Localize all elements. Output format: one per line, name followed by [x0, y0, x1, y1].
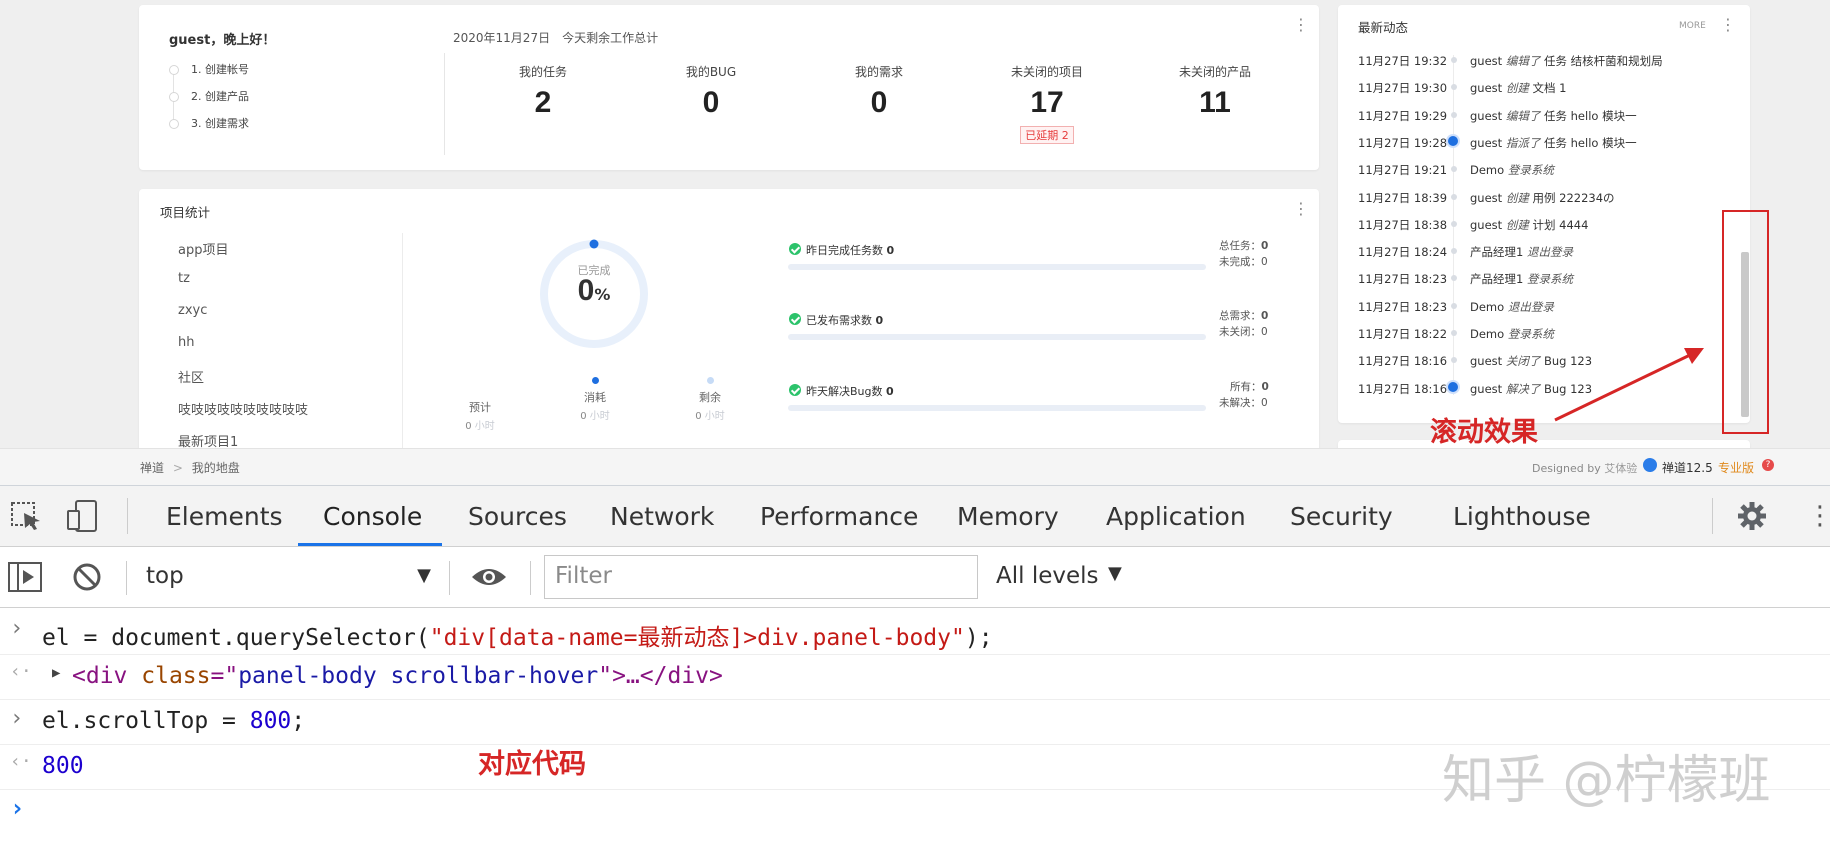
tab-memory[interactable]: Memory	[957, 502, 1059, 531]
tab-elements[interactable]: Elements	[166, 502, 283, 531]
input-prompt-icon: ›	[10, 616, 24, 641]
active-prompt-icon: ›	[10, 794, 25, 822]
console-input-line: › el = document.querySelector("div[data-…	[0, 610, 1830, 655]
code-annotation: 对应代码	[478, 749, 586, 780]
zentao-logo-icon	[1643, 458, 1657, 472]
clear-console-icon[interactable]	[72, 562, 102, 592]
designer-link[interactable]: 艾体验	[1604, 462, 1637, 475]
tab-console[interactable]: Console	[323, 502, 422, 531]
designed-by: Designed by	[1532, 462, 1601, 475]
settings-gear-icon[interactable]	[1737, 501, 1767, 531]
device-toolbar-icon[interactable]	[66, 499, 102, 533]
tab-security[interactable]: Security	[1290, 502, 1393, 531]
tab-sources[interactable]: Sources	[468, 502, 567, 531]
more-options-icon[interactable]: ⋮	[1807, 498, 1830, 534]
show-sidebar-icon[interactable]	[8, 562, 42, 592]
breadcrumb-current: 我的地盘	[191, 461, 240, 475]
log-levels-dropdown[interactable]: All levels ▼	[996, 561, 1136, 595]
tab-performance[interactable]: Performance	[760, 502, 918, 531]
result-arrow-icon: ‹·	[10, 661, 32, 682]
filter-input[interactable]: Filter	[544, 555, 978, 599]
inspect-element-icon[interactable]	[10, 501, 42, 531]
tab-network[interactable]: Network	[610, 502, 714, 531]
context-selector[interactable]: top ▼	[146, 561, 431, 595]
devtools-tabbar: Elements Console Sources Network Performance…	[0, 486, 1830, 547]
breadcrumb: 禅道 > 我的地盘	[140, 461, 240, 475]
active-tab-indicator	[298, 543, 442, 546]
edition-link[interactable]: 专业版	[1718, 459, 1754, 476]
console-toolbar: top ▼ Filter All levels ▼	[0, 547, 1830, 608]
chevron-down-icon: ▼	[1108, 563, 1122, 584]
tab-lighthouse[interactable]: Lighthouse	[1453, 502, 1591, 531]
breadcrumb-root[interactable]: 禅道	[140, 461, 164, 475]
result-arrow-icon: ‹·	[10, 751, 32, 772]
app-footer: 禅道 > 我的地盘 Designed by 艾体验 禅道12.5 专业版 ?	[0, 448, 1830, 485]
expand-triangle-icon[interactable]: ▶	[52, 665, 60, 681]
live-expression-eye-icon[interactable]	[470, 565, 508, 589]
watermark: 知乎 @柠檬班	[1442, 751, 1771, 811]
tab-application[interactable]: Application	[1106, 502, 1246, 531]
help-icon[interactable]: ?	[1762, 459, 1774, 471]
console-result-line[interactable]: ‹· ▶ <div class="panel-body scrollbar-ho…	[0, 655, 1830, 700]
input-prompt-icon: ›	[10, 706, 24, 731]
scroll-effect-annotation: 滚动效果	[1430, 417, 1538, 448]
chevron-down-icon: ▼	[417, 565, 431, 586]
version-label[interactable]: 禅道12.5	[1662, 459, 1713, 476]
